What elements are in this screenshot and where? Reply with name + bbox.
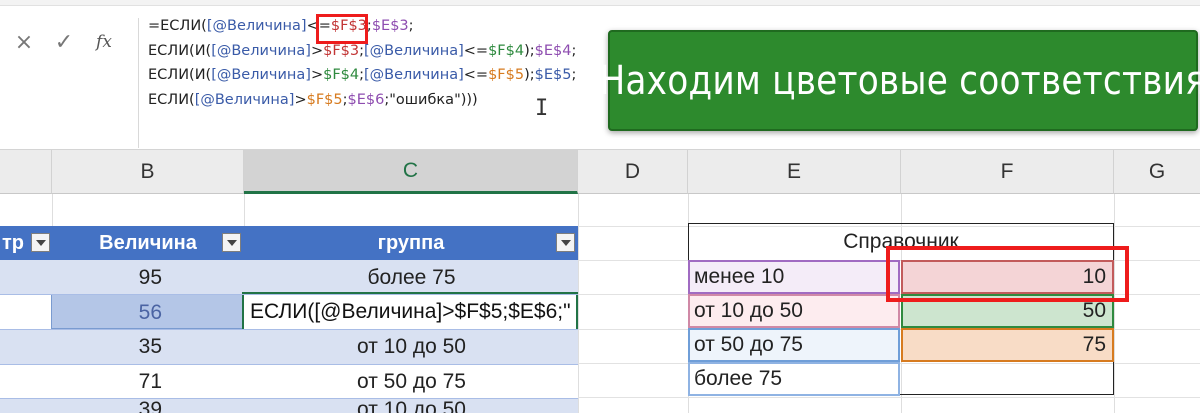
filter-dropdown-icon[interactable] (556, 233, 575, 252)
reference-threshold-cell[interactable] (901, 362, 1114, 396)
formula-token: $F$5 (306, 91, 343, 108)
formula-token: ); (524, 42, 535, 59)
banner-text: Находим цветовые соответствия (599, 57, 1200, 104)
formula-token: $E$3 (371, 18, 409, 34)
formula-token: $F$4 (323, 67, 360, 83)
table-row[interactable]: 95 более 75 (0, 260, 578, 295)
value-cell[interactable]: 35 (52, 329, 244, 364)
table-row[interactable]: 35 от 10 до 50 (0, 329, 578, 364)
column-header-a-partial[interactable] (0, 150, 52, 194)
formula-token: [@Величина] (194, 91, 295, 108)
group-cell[interactable]: от 10 до 50 (245, 329, 578, 364)
formula-token: <= (463, 67, 489, 83)
formula-token: $F$4 (488, 42, 525, 59)
formula-bar-divider (138, 18, 139, 148)
formula-highlight-box (316, 14, 368, 44)
formula-token: $E$5 (534, 67, 572, 83)
value-cell[interactable]: 95 (52, 260, 244, 295)
table-header-a: тр (0, 226, 52, 260)
formula-token: $E$6 (347, 91, 385, 108)
enter-icon[interactable]: ✓ (44, 24, 84, 60)
group-cell[interactable]: от 10 до 50 (245, 398, 578, 413)
reference-label-cell[interactable]: менее 10 (688, 260, 900, 294)
formula-token: [@Величина] (364, 42, 464, 59)
threshold-highlight-box (886, 246, 1129, 302)
formula-token: <= (463, 42, 489, 59)
filter-dropdown-icon[interactable] (222, 233, 241, 252)
selected-value-cell[interactable]: 56 (51, 294, 245, 329)
column-header-e[interactable]: E (688, 150, 901, 194)
formula-token: ЕСЛИ( (148, 91, 195, 108)
value-cell[interactable]: 39 (52, 398, 244, 413)
formula-bar-buttons: × ✓ fx (4, 24, 134, 60)
column-header-c[interactable]: C (244, 150, 578, 194)
reference-label-cell[interactable]: более 75 (688, 362, 900, 396)
formula-token: [@Величина] (206, 18, 307, 34)
formula-line: ЕСЛИ([@Величина]>$F$5;$E$6;"ошибка"))) (148, 88, 576, 113)
formula-token: > (310, 67, 324, 83)
title-banner: Находим цветовые соответствия (600, 30, 1200, 131)
reference-threshold-cell[interactable]: 75 (901, 328, 1114, 362)
formula-line: ЕСЛИ(И([@Величина]>$F$4;[@Величина]<=$F$… (148, 63, 576, 88)
column-header-g[interactable]: G (1114, 150, 1200, 194)
formula-token: [@Величина] (211, 42, 311, 59)
value-cell[interactable]: 71 (52, 364, 244, 399)
insert-function-icon[interactable]: fx (84, 24, 124, 60)
table-header-group: группа (244, 226, 578, 260)
formula-token: ); (524, 67, 535, 83)
formula-token: ЕСЛИ(И( (148, 42, 212, 59)
table-row[interactable]: 39 от 10 до 50 (0, 398, 578, 413)
formula-token: > (310, 42, 324, 59)
formula-token: =ЕСЛИ( (148, 18, 207, 34)
formula-token: ЕСЛИ(И( (148, 67, 212, 83)
reference-label-cell[interactable]: от 50 до 75 (688, 328, 900, 362)
formula-token: > (294, 91, 307, 108)
formula-token: [@Величина] (364, 67, 464, 83)
header-label-value: Величина (99, 231, 197, 254)
formula-token: ; (571, 42, 577, 59)
table-row[interactable]: 71 от 50 до 75 (0, 364, 578, 399)
column-header-f[interactable]: F (901, 150, 1114, 194)
formula-token: ; (571, 67, 577, 83)
formula-token: ; (408, 18, 414, 34)
group-cell[interactable]: от 50 до 75 (245, 364, 578, 399)
formula-token: $E$4 (534, 42, 572, 59)
text-cursor-icon: I (535, 96, 549, 121)
column-header-b[interactable]: B (52, 150, 244, 194)
reference-label-cell[interactable]: от 10 до 50 (688, 294, 900, 328)
formula-token: $F$5 (488, 67, 525, 83)
table-header-value: Величина (52, 226, 244, 260)
header-label-group: группа (377, 231, 445, 254)
filter-dropdown-icon[interactable] (31, 233, 50, 252)
cancel-icon[interactable]: × (4, 24, 44, 60)
group-cell[interactable]: более 75 (245, 260, 578, 295)
formula-token: $F$3 (323, 42, 360, 59)
formula-token: [@Величина] (211, 67, 311, 83)
column-header-d[interactable]: D (578, 150, 688, 194)
editing-formula-cell[interactable]: ЕСЛИ([@Величина]>$F$5;$E$6;" (242, 292, 578, 331)
formula-token: ;"ошибка"))) (384, 91, 478, 108)
